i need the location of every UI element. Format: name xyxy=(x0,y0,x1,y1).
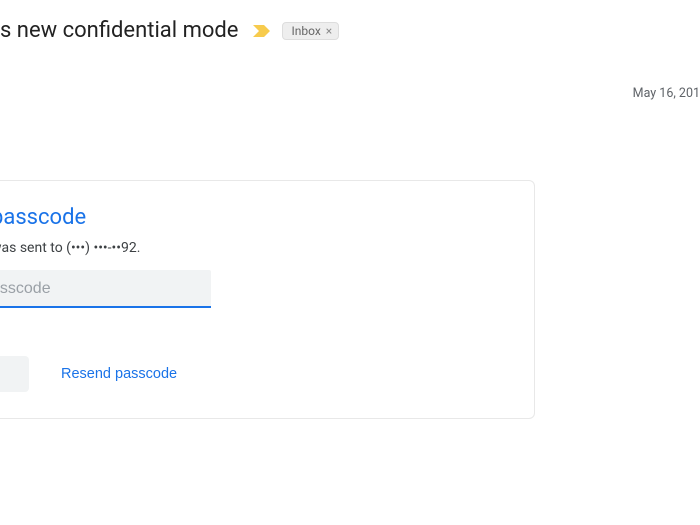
dialog-actions: Resend passcode xyxy=(0,356,508,392)
passcode-title: passcode xyxy=(0,205,508,230)
submit-button[interactable] xyxy=(0,356,29,392)
email-subject: s new confidential mode xyxy=(0,18,238,43)
passcode-card: passcode was sent to (•••) •••-••92. Res… xyxy=(0,180,535,419)
email-date: May 16, 201 xyxy=(633,86,700,101)
label-text: Inbox xyxy=(291,24,320,38)
inbox-label-chip[interactable]: Inbox × xyxy=(282,22,339,40)
email-header: s new confidential mode Inbox × xyxy=(0,0,700,43)
close-icon[interactable]: × xyxy=(326,24,332,38)
important-marker-icon[interactable] xyxy=(252,24,272,38)
passcode-input[interactable] xyxy=(0,270,211,308)
passcode-message: was sent to (•••) •••-••92. xyxy=(0,240,508,256)
resend-passcode-button[interactable]: Resend passcode xyxy=(51,358,187,390)
